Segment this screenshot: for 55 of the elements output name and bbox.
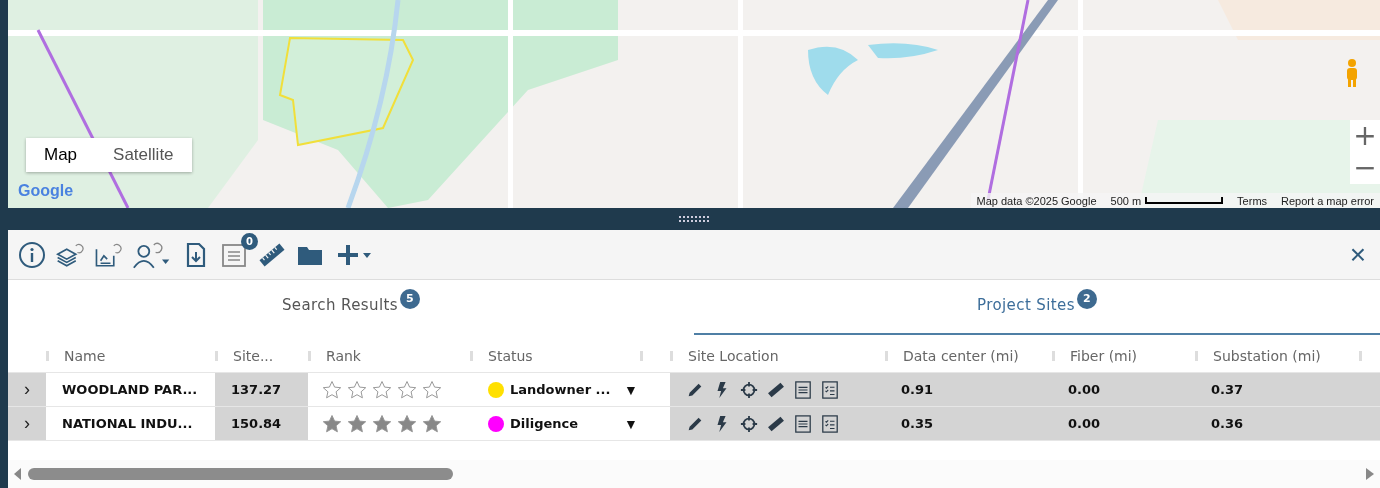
table-cell: 0.36: [1195, 407, 1380, 440]
scroll-right-icon[interactable]: [1366, 468, 1374, 480]
table-cell: 150.84: [215, 407, 308, 440]
column-header[interactable]: Rank: [326, 348, 361, 364]
star-icon[interactable]: [322, 379, 342, 400]
table-cell-text: NATIONAL INDU...: [61, 415, 194, 433]
document-icon[interactable]: [794, 380, 812, 399]
table-cell: 0.91: [885, 373, 1052, 406]
star-icon[interactable]: [397, 413, 417, 434]
terms-link[interactable]: Terms: [1237, 194, 1268, 207]
table-cell: 0.37: [1195, 373, 1380, 406]
table-cell: 0.00: [1052, 407, 1195, 440]
dropdown-button[interactable]: ▼: [624, 415, 638, 432]
scrollbar-thumb[interactable]: [28, 468, 453, 480]
map-scale: 500 m: [1110, 194, 1142, 207]
column-header[interactable]: Site Location: [688, 348, 779, 364]
dropdown-button[interactable]: ▼: [624, 381, 638, 398]
map-attribution: Map data ©2025 Google: [976, 194, 1097, 207]
column-header[interactable]: Data center (mi): [903, 348, 1019, 364]
table-cell-text: WOODLAND PAR...: [61, 381, 199, 399]
table-cell: 0.00: [1052, 373, 1195, 406]
column-header[interactable]: Substation (mi): [1213, 348, 1321, 364]
crosshair-icon[interactable]: [740, 414, 758, 433]
google-logo: Google: [18, 182, 74, 200]
column-header[interactable]: Name: [64, 348, 106, 364]
star-icon[interactable]: [322, 413, 342, 434]
count-badge: 2: [1076, 288, 1097, 309]
star-icon[interactable]: [347, 379, 367, 400]
checklist-icon[interactable]: [821, 380, 839, 399]
resize-grip-icon[interactable]: [679, 216, 709, 222]
document-icon[interactable]: [794, 414, 812, 433]
star-icon[interactable]: [372, 379, 392, 400]
report-link[interactable]: Report a map error: [1281, 194, 1374, 207]
status-label: Landowner ...: [510, 382, 612, 397]
column-header[interactable]: Site...: [233, 348, 274, 364]
column-header[interactable]: Fiber (mi): [1070, 348, 1138, 364]
table-cell: 0.35: [885, 407, 1052, 440]
crosshair-icon[interactable]: [740, 380, 758, 399]
column-header[interactable]: Status: [488, 348, 533, 364]
star-icon[interactable]: [397, 379, 417, 400]
star-icon[interactable]: [372, 413, 392, 434]
count-badge: 5: [400, 288, 421, 309]
checklist-icon[interactable]: [821, 414, 839, 433]
notes-count-badge: 0: [241, 232, 258, 250]
scroll-left-icon[interactable]: [14, 468, 22, 480]
close-button[interactable]: ×: [1345, 238, 1370, 271]
star-icon[interactable]: [347, 413, 367, 434]
map-type-button[interactable]: Satellite: [95, 138, 192, 172]
info-icon[interactable]: [18, 240, 46, 269]
star-icon[interactable]: [422, 413, 442, 434]
map-type-button[interactable]: Map: [26, 138, 96, 172]
table-cell: 137.27: [215, 373, 308, 406]
scale-bar-icon: [1145, 196, 1224, 205]
star-icon[interactable]: [422, 379, 442, 400]
status-label: Diligence: [510, 416, 580, 431]
